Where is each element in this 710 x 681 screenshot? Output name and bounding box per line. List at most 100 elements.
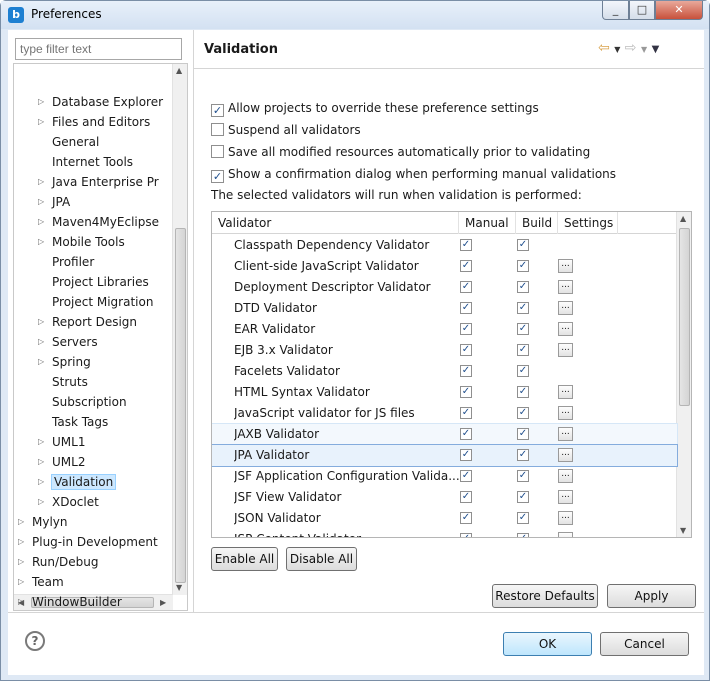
build-checkbox[interactable]: ✓ xyxy=(517,533,529,537)
tree-item[interactable]: ▷ Maven4MyEclipse xyxy=(38,212,159,232)
build-checkbox[interactable]: ✓ xyxy=(517,302,529,314)
table-row[interactable]: EAR Validator ✓ ✓... xyxy=(212,319,677,340)
expand-arrow-icon[interactable]: ▷ xyxy=(38,172,46,192)
manual-checkbox[interactable]: ✓ xyxy=(460,344,472,356)
expand-arrow-icon[interactable]: ▷ xyxy=(38,232,46,252)
table-row[interactable]: JSP Content Validator✓✓... xyxy=(212,529,677,537)
disable-all-button[interactable]: Disable All xyxy=(286,547,357,571)
table-row[interactable]: JSF View Validator ✓ ✓... xyxy=(212,487,677,508)
tree-item[interactable]: ▷ UML1 xyxy=(38,432,85,452)
build-checkbox[interactable]: ✓ xyxy=(517,386,529,398)
enable-all-button[interactable]: Enable All xyxy=(211,547,278,571)
table-row[interactable]: Client-side JavaScript Validator ✓ ✓... xyxy=(212,256,677,277)
checkbox-icon[interactable] xyxy=(211,123,224,136)
manual-checkbox[interactable]: ✓ xyxy=(460,386,472,398)
settings-button[interactable]: ... xyxy=(558,532,573,537)
table-row[interactable]: JavaScript validator for JS files ✓ ✓... xyxy=(212,403,677,424)
manual-checkbox[interactable]: ✓ xyxy=(460,491,472,503)
tree-item[interactable]: Project Libraries xyxy=(38,272,149,292)
table-row[interactable]: JSF Application Configuration Valida... ✓… xyxy=(212,466,677,487)
option-confirmation-dialog[interactable]: ✓ Show a confirmation dialog when perform… xyxy=(211,164,616,184)
option-suspend-validators[interactable]: Suspend all validators xyxy=(211,120,361,140)
build-checkbox[interactable]: ✓ xyxy=(517,281,529,293)
minimize-button[interactable]: _ xyxy=(602,1,629,20)
manual-checkbox[interactable]: ✓ xyxy=(460,512,472,524)
manual-checkbox[interactable]: ✓ xyxy=(460,407,472,419)
column-validator[interactable]: Validator xyxy=(212,212,459,234)
scroll-down-arrow-icon[interactable]: ▼ xyxy=(680,526,686,535)
forward-arrow-icon[interactable]: ⇨ xyxy=(625,40,637,56)
settings-button[interactable]: ... xyxy=(558,406,573,420)
help-icon[interactable]: ? xyxy=(25,631,45,651)
expand-arrow-icon[interactable]: ▷ xyxy=(38,192,46,212)
settings-button[interactable]: ... xyxy=(558,280,573,294)
settings-button[interactable]: ... xyxy=(558,448,573,462)
checkbox-icon[interactable] xyxy=(211,145,224,158)
manual-checkbox[interactable]: ✓ xyxy=(460,302,472,314)
table-row[interactable]: JPA Validator ✓ ✓... xyxy=(212,444,678,467)
forward-dropdown-icon[interactable]: ▼ xyxy=(641,45,647,54)
expand-arrow-icon[interactable]: ▷ xyxy=(18,572,26,592)
manual-checkbox[interactable]: ✓ xyxy=(460,470,472,482)
build-checkbox[interactable]: ✓ xyxy=(517,407,529,419)
tree-item[interactable]: ▷ Files and Editors xyxy=(38,112,150,132)
table-row[interactable]: JAXB Validator ✓ ✓... xyxy=(212,423,678,446)
tree-item[interactable]: ▷ Mylyn xyxy=(18,512,68,532)
expand-arrow-icon[interactable]: ▷ xyxy=(18,592,26,610)
manual-checkbox[interactable]: ✓ xyxy=(460,239,472,251)
expand-arrow-icon[interactable]: ▷ xyxy=(38,212,46,232)
tree-item[interactable]: ▷ Team xyxy=(18,572,64,592)
manual-checkbox[interactable]: ✓ xyxy=(460,449,472,461)
tree-item[interactable]: ▷ Validation xyxy=(38,472,117,492)
table-row[interactable]: DTD Validator ✓ ✓... xyxy=(212,298,677,319)
expand-arrow-icon[interactable]: ▷ xyxy=(18,552,26,572)
table-vertical-scrollbar[interactable]: ▲ ▼ xyxy=(676,212,691,537)
settings-button[interactable]: ... xyxy=(558,343,573,357)
tree-item[interactable]: Profiler xyxy=(38,252,94,272)
build-checkbox[interactable]: ✓ xyxy=(517,449,529,461)
settings-button[interactable]: ... xyxy=(558,511,573,525)
checkbox-icon[interactable]: ✓ xyxy=(211,104,224,117)
maximize-button[interactable]: □ xyxy=(629,1,655,20)
tree-item[interactable]: ▷ Mobile Tools xyxy=(38,232,125,252)
pane-divider[interactable] xyxy=(193,30,194,612)
manual-checkbox[interactable]: ✓ xyxy=(460,281,472,293)
tree-item[interactable]: ▷ Servers xyxy=(38,332,98,352)
filter-input[interactable] xyxy=(15,38,182,60)
build-checkbox[interactable]: ✓ xyxy=(517,491,529,503)
tree-scroll-thumb[interactable] xyxy=(175,228,186,583)
build-checkbox[interactable]: ✓ xyxy=(517,260,529,272)
expand-arrow-icon[interactable]: ▷ xyxy=(38,312,46,332)
table-row[interactable]: Classpath Dependency Validator ✓ ✓ xyxy=(212,235,677,256)
manual-checkbox[interactable]: ✓ xyxy=(460,428,472,440)
restore-defaults-button[interactable]: Restore Defaults xyxy=(492,584,598,608)
tree-item[interactable]: ▷ Java Enterprise Pr xyxy=(38,172,159,192)
settings-button[interactable]: ... xyxy=(558,469,573,483)
settings-button[interactable]: ... xyxy=(558,301,573,315)
expand-arrow-icon[interactable]: ▷ xyxy=(38,472,46,492)
tree-item[interactable]: Task Tags xyxy=(38,412,108,432)
expand-arrow-icon[interactable]: ▷ xyxy=(38,492,46,512)
tree-item[interactable]: ▷ XDoclet xyxy=(38,492,99,512)
table-row[interactable]: JSON Validator ✓ ✓... xyxy=(212,508,677,529)
tree-item[interactable]: General xyxy=(38,132,99,152)
tree-item[interactable]: Project Migration xyxy=(38,292,153,312)
back-arrow-icon[interactable]: ⇦ xyxy=(598,40,610,56)
table-row[interactable]: Facelets Validator ✓ ✓ xyxy=(212,361,677,382)
build-checkbox[interactable]: ✓ xyxy=(517,428,529,440)
tree-vertical-scrollbar[interactable]: ▲ ▼ xyxy=(172,64,187,595)
scroll-up-arrow-icon[interactable]: ▲ xyxy=(680,214,686,223)
build-checkbox[interactable]: ✓ xyxy=(517,239,529,251)
table-row[interactable]: EJB 3.x Validator ✓ ✓... xyxy=(212,340,677,361)
option-save-modified[interactable]: Save all modified resources automaticall… xyxy=(211,142,590,162)
tree-item[interactable]: ▷ Spring xyxy=(38,352,91,372)
back-dropdown-icon[interactable]: ▼ xyxy=(614,45,620,54)
expand-arrow-icon[interactable]: ▷ xyxy=(38,92,46,112)
tree-item[interactable]: Subscription xyxy=(38,392,127,412)
column-settings[interactable]: Settings xyxy=(558,212,618,234)
ok-button[interactable]: OK xyxy=(503,632,592,656)
tree-item[interactable]: ▷ UML2 xyxy=(38,452,85,472)
tree-item[interactable]: Struts xyxy=(38,372,88,392)
view-menu-icon[interactable]: ▼ xyxy=(652,44,660,55)
table-row[interactable]: Deployment Descriptor Validator ✓ ✓... xyxy=(212,277,677,298)
